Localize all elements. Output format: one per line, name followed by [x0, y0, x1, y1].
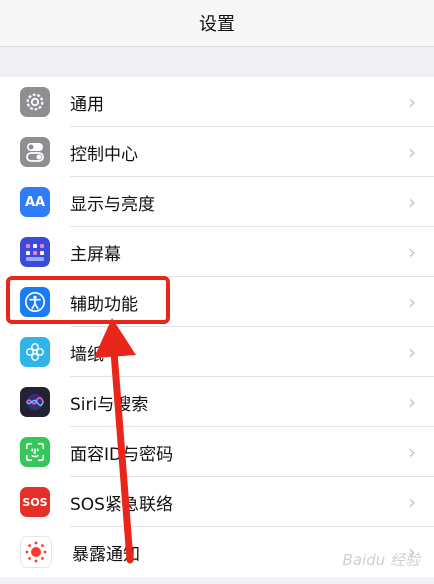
gear-icon [20, 87, 50, 117]
page-title: 设置 [199, 14, 235, 35]
chevron-right-icon: › [408, 490, 416, 514]
settings-item-label: 通用 [70, 94, 104, 115]
section-gap [0, 46, 434, 77]
chevron-right-icon: › [408, 240, 416, 264]
settings-item-general[interactable]: 通用 › [0, 77, 434, 127]
aa-text-icon: AA [20, 187, 50, 217]
settings-item-label: Siri与搜索 [70, 394, 149, 415]
settings-item-face-id[interactable]: 面容ID与密码 › [0, 427, 434, 477]
watermark: Baidu 经验 [342, 551, 420, 569]
settings-item-label: 墙纸 [70, 344, 104, 365]
settings-item-label: 面容ID与密码 [70, 444, 174, 465]
chevron-right-icon: › [408, 140, 416, 164]
settings-item-label: SOS紧急联络 [70, 494, 173, 515]
face-id-icon [20, 437, 50, 467]
settings-item-home-screen[interactable]: 主屏幕 › [0, 227, 434, 277]
settings-item-label: 显示与亮度 [70, 194, 155, 215]
chevron-right-icon: › [408, 440, 416, 464]
settings-item-display[interactable]: AA 显示与亮度 › [0, 177, 434, 227]
chevron-right-icon: › [408, 390, 416, 414]
switches-icon [20, 137, 50, 167]
exposure-icon [20, 536, 52, 568]
chevron-right-icon: › [408, 190, 416, 214]
home-grid-icon [20, 237, 50, 267]
settings-item-control-center[interactable]: 控制中心 › [0, 127, 434, 177]
chevron-right-icon: › [408, 90, 416, 114]
siri-icon [20, 387, 50, 417]
chevron-right-icon: › [408, 340, 416, 364]
chevron-right-icon: › [408, 290, 416, 314]
sos-icon: SOS [20, 487, 50, 517]
settings-item-emergency-sos[interactable]: SOS SOS紧急联络 › [0, 477, 434, 527]
settings-item-siri[interactable]: Siri与搜索 › [0, 377, 434, 427]
flower-icon [20, 337, 50, 367]
settings-list: 通用 › 控制中心 › AA 显示与亮度 › 主屏幕 › 辅助功能 › 墙纸 ›… [0, 77, 434, 577]
nav-bar: 设置 [0, 0, 434, 46]
settings-item-label: 主屏幕 [70, 244, 121, 265]
settings-item-label: 控制中心 [70, 144, 138, 165]
highlight-box [6, 276, 170, 324]
settings-item-wallpaper[interactable]: 墙纸 › [0, 327, 434, 377]
